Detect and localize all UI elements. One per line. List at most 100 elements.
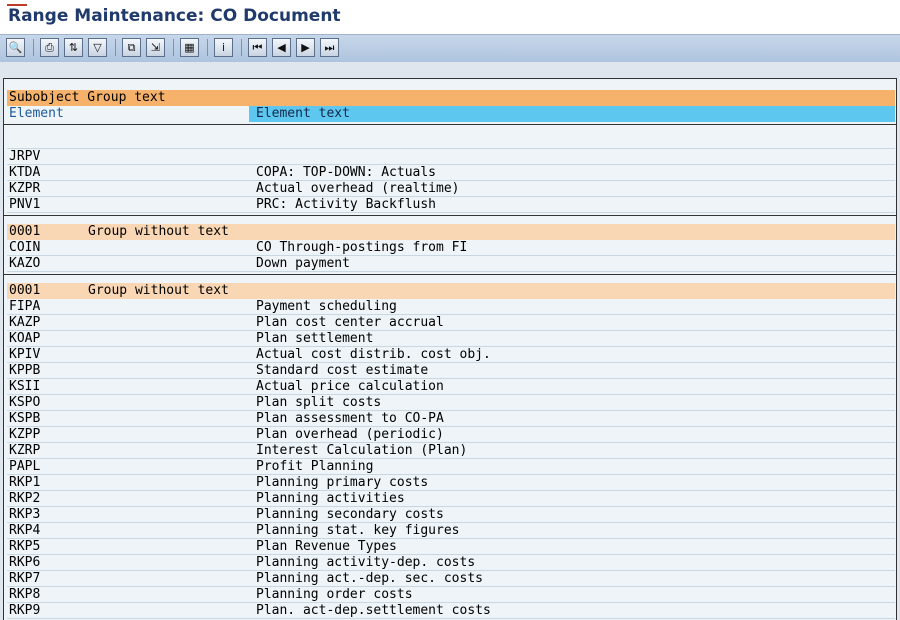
element-text: Plan settlement	[256, 331, 374, 346]
table-row[interactable]: PNV1 PRC: Activity Backflush	[7, 197, 895, 213]
table-row[interactable]: KPIV Actual cost distrib. cost obj.	[7, 347, 895, 363]
table-row[interactable]: RKP2 Planning activities	[7, 491, 895, 507]
element-text: Plan overhead (periodic)	[256, 427, 444, 442]
print-icon[interactable]: ⎙	[40, 38, 59, 57]
toolbar-separator	[33, 39, 34, 56]
table-row[interactable]: KSPB Plan assessment to CO-PA	[7, 411, 895, 427]
element-code: FIPA	[9, 299, 41, 314]
table-row[interactable]: KPPB Standard cost estimate	[7, 363, 895, 379]
layout-icon[interactable]: ▦	[180, 38, 199, 57]
table-row[interactable]: RKP6 Planning activity-dep. costs	[7, 555, 895, 571]
element-code: KSII	[9, 379, 41, 394]
element-text: Profit Planning	[256, 459, 374, 474]
table-row[interactable]: RKP8 Planning order costs	[7, 587, 895, 603]
element-text: Planning act.-dep. sec. costs	[256, 571, 483, 586]
element-code: KOAP	[9, 331, 41, 346]
table-row[interactable]: RKP9 Plan. act-dep.settlement costs	[7, 603, 895, 619]
element-code: RKP4	[9, 523, 41, 538]
table-row[interactable]: RKP4 Planning stat. key figures	[7, 523, 895, 539]
element-text: Actual overhead (realtime)	[256, 181, 460, 196]
element-code: RKP8	[9, 587, 41, 602]
table-row[interactable]: PAPL Profit Planning	[7, 459, 895, 475]
element-code: COIN	[9, 240, 41, 255]
export-icon[interactable]: ⧉	[122, 38, 141, 57]
toolbar-separator	[207, 39, 208, 56]
table-row[interactable]: RKP5 Plan Revenue Types	[7, 539, 895, 555]
table-row[interactable]: KZPP Plan overhead (periodic)	[7, 427, 895, 443]
element-code: KPIV	[9, 347, 41, 362]
group-text: Group without text	[88, 224, 229, 239]
element-text: Planning stat. key figures	[256, 523, 460, 538]
element-text: CO Through-postings from FI	[256, 240, 468, 255]
element-code: RKP7	[9, 571, 41, 586]
table-row[interactable]: KAZP Plan cost center accrual	[7, 315, 895, 331]
element-text: Down payment	[256, 256, 350, 271]
table-row[interactable]: FIPA Payment scheduling	[7, 299, 895, 315]
first-page-icon[interactable]: ⏮	[248, 38, 267, 57]
element-text: Payment scheduling	[256, 299, 397, 314]
table-row[interactable]: KSPO Plan split costs	[7, 395, 895, 411]
find-icon[interactable]: 🔍	[6, 38, 25, 57]
element-code: KPPB	[9, 363, 41, 378]
element-code: RKP9	[9, 603, 41, 618]
table-row[interactable]: KAZO Down payment	[7, 256, 895, 272]
local-file-icon[interactable]: ⇲	[146, 38, 165, 57]
group-key: 0001	[9, 224, 41, 239]
table-row[interactable]: KSII Actual price calculation	[7, 379, 895, 395]
table-row[interactable]: KZPR Actual overhead (realtime)	[7, 181, 895, 197]
element-code: KAZO	[9, 256, 41, 271]
element-code: RKP1	[9, 475, 41, 490]
table-row[interactable]: RKP3 Planning secondary costs	[7, 507, 895, 523]
toolbar-separator	[173, 39, 174, 56]
table-row[interactable]: KTDA COPA: TOP-DOWN: Actuals	[7, 165, 895, 181]
sort-icon[interactable]: ⇅	[64, 38, 83, 57]
element-code: KZRP	[9, 443, 41, 458]
element-code: KSPO	[9, 395, 41, 410]
group-divider	[4, 215, 896, 216]
spacer	[0, 62, 900, 78]
info-icon[interactable]: i	[214, 38, 233, 57]
element-text: Plan assessment to CO-PA	[256, 411, 444, 426]
table-row[interactable]: COIN CO Through-postings from FI	[7, 240, 895, 256]
last-page-icon[interactable]: ⏭	[320, 38, 339, 57]
list-output[interactable]: Subobject Group text Element Element text J…	[3, 78, 897, 620]
element-text: Planning order costs	[256, 587, 413, 602]
table-row[interactable]: KOAP Plan settlement	[7, 331, 895, 347]
element-text: Plan Revenue Types	[256, 539, 397, 554]
page-title: Range Maintenance: CO Document	[8, 6, 341, 26]
element-code: JRPV	[9, 149, 41, 164]
table-row[interactable]: JRPV	[7, 149, 895, 165]
element-code: KAZP	[9, 315, 41, 330]
group-row[interactable]	[7, 133, 895, 149]
filter-icon[interactable]: ▽	[88, 38, 107, 57]
element-text: Interest Calculation (Plan)	[256, 443, 468, 458]
toolbar-separator	[115, 39, 116, 56]
title-bar: Range Maintenance: CO Document	[0, 0, 900, 34]
header-group-label: Subobject Group text	[9, 90, 166, 105]
element-code: PNV1	[9, 197, 41, 212]
table-row[interactable]: RKP7 Planning act.-dep. sec. costs	[7, 571, 895, 587]
header-element-text-cell[interactable]: Element text	[249, 106, 895, 122]
previous-page-icon[interactable]: ◀	[272, 38, 291, 57]
table-row[interactable]: RKP1 Planning primary costs	[7, 475, 895, 491]
element-text: Planning secondary costs	[256, 507, 444, 522]
element-code: PAPL	[9, 459, 41, 474]
element-text: PRC: Activity Backflush	[256, 197, 437, 212]
group-key: 0001	[9, 283, 41, 298]
element-text: Plan cost center accrual	[256, 315, 444, 330]
element-code: RKP2	[9, 491, 41, 506]
header-group-row: Subobject Group text	[7, 90, 895, 106]
group-row[interactable]: 0001 Group without text	[7, 283, 895, 299]
element-code: KSPB	[9, 411, 41, 426]
group-divider	[4, 124, 896, 125]
element-code: RKP3	[9, 507, 41, 522]
application-toolbar: 🔍 ⎙ ⇅ ▽ ⧉ ⇲ ▦ i ⏮ ◀ ▶ ⏭	[0, 34, 900, 63]
header-element-text-label: Element text	[256, 106, 350, 121]
element-code: RKP6	[9, 555, 41, 570]
element-text: Standard cost estimate	[256, 363, 429, 378]
group-row[interactable]: 0001 Group without text	[7, 224, 895, 240]
table-row[interactable]: KZRP Interest Calculation (Plan)	[7, 443, 895, 459]
element-text: Planning primary costs	[256, 475, 429, 490]
next-page-icon[interactable]: ▶	[296, 38, 315, 57]
element-text: Actual cost distrib. cost obj.	[256, 347, 491, 362]
